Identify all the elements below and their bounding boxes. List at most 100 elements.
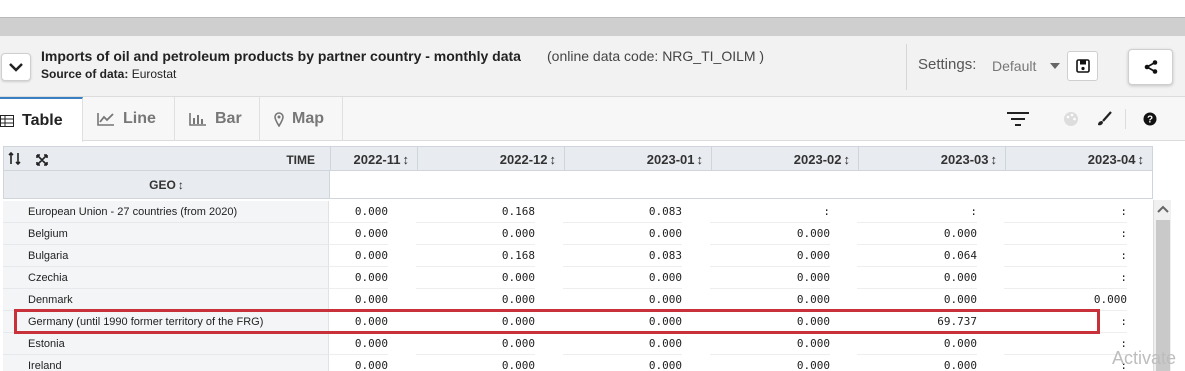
sort-icon: ↕: [696, 151, 704, 167]
table-row: Ireland 0.000 0.000 0.000 0.000 0.000:: [3, 355, 1153, 371]
row-geo-label[interactable]: European Union - 27 countries (from 2020…: [3, 201, 329, 223]
collapse-button[interactable]: [1, 53, 31, 81]
table-cell[interactable]: 0.000: [416, 267, 535, 289]
table-cell[interactable]: 0.000: [710, 223, 830, 245]
table-cell[interactable]: 0.000: [416, 355, 535, 371]
table-cell[interactable]: 0.000: [329, 223, 388, 245]
table-cell[interactable]: 0.000: [710, 311, 830, 333]
table-cell[interactable]: 0.000: [563, 223, 682, 245]
table-cell[interactable]: 0.000: [710, 245, 830, 267]
table-cell[interactable]: 0.064: [857, 245, 977, 267]
tab-table[interactable]: Table: [0, 97, 83, 142]
table-cell[interactable]: :: [710, 201, 830, 223]
column-header-label: 2023-04: [1087, 151, 1136, 167]
sort-icon: ↕: [549, 151, 557, 167]
table-cell[interactable]: 0.000: [416, 289, 535, 311]
vertical-scrollbar[interactable]: [1153, 200, 1171, 371]
tab-line-label: Line: [123, 110, 156, 127]
column-header-2022-12[interactable]: 2022-12 ↕: [417, 147, 564, 171]
table-cell[interactable]: :: [1004, 333, 1127, 355]
column-header-2023-02[interactable]: 2023-02 ↕: [711, 147, 858, 171]
table-cell[interactable]: 69.737: [857, 311, 977, 333]
table-cell[interactable]: 0.000: [563, 289, 682, 311]
row-geo-label[interactable]: Bulgaria: [3, 245, 329, 267]
table-cell[interactable]: 0.000: [416, 311, 535, 333]
activation-watermark: Activate: [1112, 348, 1177, 368]
expand-button[interactable]: [36, 153, 48, 171]
table-cell[interactable]: 0.000: [329, 201, 388, 223]
column-header-label: 2023-02: [793, 151, 842, 167]
geo-dimension-header[interactable]: GEO ↕: [4, 171, 330, 198]
table-cell[interactable]: 0.168: [416, 245, 535, 267]
tab-line[interactable]: Line: [83, 97, 175, 141]
table-body: European Union - 27 countries (from 2020…: [3, 201, 1153, 371]
table-cell[interactable]: 0.000: [329, 333, 388, 355]
tab-map[interactable]: Map: [260, 97, 343, 141]
caret-down-icon: [1050, 63, 1060, 69]
help-button[interactable]: ?: [1137, 107, 1163, 131]
column-header-2023-03[interactable]: 2023-03 ↕: [858, 147, 1005, 171]
column-header-2023-04[interactable]: 2023-04 ↕: [1005, 147, 1152, 171]
sort-arrows-icon: [8, 151, 21, 166]
table-cell[interactable]: :: [1004, 245, 1127, 267]
row-geo-label[interactable]: Ireland: [3, 355, 329, 371]
table-cell[interactable]: :: [857, 201, 977, 223]
table-cell[interactable]: 0.000: [857, 267, 977, 289]
table-cell[interactable]: 0.000: [710, 267, 830, 289]
table-cell[interactable]: 0.000: [857, 333, 977, 355]
tab-bar[interactable]: Bar: [175, 97, 260, 141]
settings-dropdown[interactable]: Default: [992, 55, 1060, 77]
sort-icon: ↕: [177, 177, 184, 192]
table-cell[interactable]: 0.000: [563, 355, 682, 371]
tab-table-label: Table: [22, 111, 63, 129]
table-cell[interactable]: :: [1004, 355, 1127, 371]
data-source: Source of data: Eurostat: [41, 67, 176, 81]
table-cell[interactable]: :: [1004, 223, 1127, 245]
column-header-2022-11[interactable]: 2022-11 ↕: [330, 147, 417, 171]
table-cell[interactable]: 0.168: [416, 201, 535, 223]
table-cell[interactable]: :: [1004, 311, 1127, 333]
table-cell[interactable]: 0.000: [710, 333, 830, 355]
sort-icon: ↕: [990, 151, 998, 167]
sort-icon: ↕: [843, 151, 851, 167]
row-geo-label[interactable]: Estonia: [3, 333, 329, 355]
row-geo-label[interactable]: Germany (until 1990 former territory of …: [3, 311, 329, 333]
table-cell[interactable]: 0.000: [857, 355, 977, 371]
table-cell[interactable]: :: [1004, 267, 1127, 289]
table-cell[interactable]: 0.000: [563, 333, 682, 355]
row-geo-label[interactable]: Czechia: [3, 267, 329, 289]
map-pin-icon: [274, 111, 284, 127]
table-cell[interactable]: 0.000: [710, 355, 830, 371]
table-cell[interactable]: 0.000: [329, 289, 388, 311]
tab-bar-label: Bar: [215, 110, 242, 127]
header-divider: [906, 44, 907, 90]
row-geo-label[interactable]: Denmark: [3, 289, 329, 311]
table-cell[interactable]: 0.000: [329, 311, 388, 333]
color-palette-button[interactable]: [1058, 107, 1084, 131]
table-cell[interactable]: 0.000: [416, 333, 535, 355]
table-cell[interactable]: 0.000: [329, 267, 388, 289]
table-cell[interactable]: 0.000: [416, 223, 535, 245]
sort-toggle-button[interactable]: [8, 151, 22, 170]
table-cell[interactable]: 0.000: [710, 289, 830, 311]
table-cell[interactable]: 0.000: [857, 223, 977, 245]
time-header-row: TIME 2022-11 ↕ 2022-12 ↕ 2023-01 ↕ 2023-02 ↕ 202…: [3, 146, 1153, 171]
row-geo-label[interactable]: Belgium: [3, 223, 329, 245]
dataset-title: Imports of oil and petroleum products by…: [41, 48, 521, 64]
table-cell[interactable]: 0.000: [329, 355, 388, 371]
table-cell[interactable]: 0.083: [563, 245, 682, 267]
save-button[interactable]: [1067, 51, 1098, 81]
help-icon: ?: [1143, 112, 1157, 126]
table-cell[interactable]: 0.000: [563, 311, 682, 333]
share-button[interactable]: [1128, 49, 1173, 85]
table-cell[interactable]: 0.083: [563, 201, 682, 223]
dataset-header: Imports of oil and petroleum products by…: [0, 36, 1185, 97]
table-cell[interactable]: 0.000: [563, 267, 682, 289]
table-cell[interactable]: 0.000: [857, 289, 977, 311]
filter-button[interactable]: [1005, 107, 1031, 131]
table-cell[interactable]: :: [1004, 201, 1127, 223]
table-cell[interactable]: 0.000: [329, 245, 388, 267]
table-cell[interactable]: 0.000: [1004, 289, 1127, 311]
column-header-2023-01[interactable]: 2023-01 ↕: [564, 147, 711, 171]
style-brush-button[interactable]: [1091, 107, 1117, 131]
